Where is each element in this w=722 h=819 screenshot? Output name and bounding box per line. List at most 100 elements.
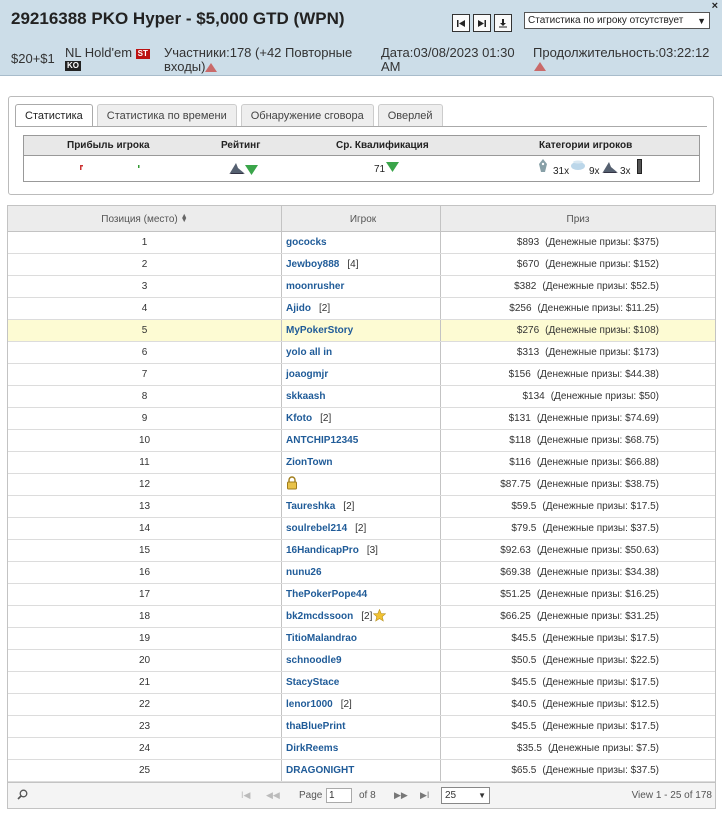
position-cell: 3 bbox=[8, 276, 282, 297]
table-row[interactable]: 25 DRAGONIGHT $65.5 (Денежные призы: $37.5) bbox=[8, 760, 715, 782]
download-icon[interactable] bbox=[494, 14, 512, 32]
trend-down-icon bbox=[386, 162, 399, 175]
table-row[interactable]: 19 TitioMalandrao $45.5 (Денежные призы: $1… bbox=[8, 628, 715, 650]
player-name-link[interactable]: nunu26 bbox=[286, 567, 322, 578]
player-name-link[interactable]: yolo all in bbox=[286, 347, 332, 358]
position-cell: 25 bbox=[8, 760, 282, 781]
prize-cell: $131 (Денежные призы: $74.69) bbox=[441, 408, 715, 429]
prize-money-detail: (Денежные призы: $17.5) bbox=[542, 721, 659, 732]
prize-money-detail: (Денежные призы: $7.5) bbox=[547, 743, 659, 754]
next-page-icon[interactable]: ▶▶ bbox=[394, 790, 408, 801]
player-cell: lenor1000 [2] bbox=[282, 694, 441, 715]
player-name-link[interactable]: ANTCHIP12345 bbox=[286, 435, 358, 446]
player-name-link[interactable]: moonrusher bbox=[286, 281, 344, 292]
first-page-icon[interactable]: I◀ bbox=[241, 790, 250, 801]
table-row[interactable]: 23 thaBluePrint $45.5 (Денежные призы: $17.… bbox=[8, 716, 715, 738]
table-row[interactable]: 18 bk2mcdssoon [2] $66.25 (Денежные призы: $… bbox=[8, 606, 715, 628]
prize-cell: $92.63 (Денежные призы: $50.63) bbox=[441, 540, 715, 561]
player-column-header[interactable]: Игрок bbox=[282, 206, 441, 232]
player-name-link[interactable]: ThePokerPope44 bbox=[286, 589, 367, 600]
fish-icon bbox=[538, 159, 548, 176]
position-cell: 9 bbox=[8, 408, 282, 429]
prize-money-detail: (Денежные призы: $17.5) bbox=[542, 501, 659, 512]
player-name-link[interactable]: joaogmjr bbox=[286, 369, 328, 380]
player-stats-select[interactable]: Статистика по игроку отсутствует ▼ bbox=[524, 12, 710, 29]
player-name-link[interactable]: MyPokerStory bbox=[286, 325, 353, 336]
player-name-link[interactable]: soulrebel214 bbox=[286, 523, 347, 534]
prize-amount: $50.5 bbox=[511, 655, 537, 666]
player-name-link[interactable]: ZionTown bbox=[286, 457, 332, 468]
close-icon[interactable]: × bbox=[712, 0, 718, 12]
table-row[interactable]: 6 yolo all in $313 (Денежные призы: $173) bbox=[8, 342, 715, 364]
table-row[interactable]: 12 $87.75 (Денежные призы: $38.75) bbox=[8, 474, 715, 496]
prize-amount: $118 bbox=[509, 435, 531, 446]
player-name-link[interactable]: schnoodle9 bbox=[286, 655, 342, 666]
prize-amount: $670 bbox=[516, 259, 540, 270]
player-name-link[interactable]: TitioMalandrao bbox=[286, 633, 357, 644]
table-row[interactable]: 24 DirkReems $35.5 (Денежные призы: $7.5) bbox=[8, 738, 715, 760]
tab-overlay[interactable]: Оверлей bbox=[377, 104, 443, 126]
table-row[interactable]: 1 gococks $893 (Денежные призы: $375) bbox=[8, 232, 715, 254]
tab-statistics[interactable]: Статистика bbox=[15, 104, 93, 127]
table-row[interactable]: 3 moonrusher $382 (Денежные призы: $52.5) bbox=[8, 276, 715, 298]
prize-money-detail: (Денежные призы: $52.5) bbox=[542, 281, 659, 292]
search-icon[interactable] bbox=[17, 789, 28, 803]
table-row[interactable]: 14 soulrebel214 [2] $79.5 (Денежные призы: $… bbox=[8, 518, 715, 540]
rows-per-page-select[interactable]: 25 ▼ bbox=[441, 787, 490, 804]
player-name-link[interactable]: skkaash bbox=[286, 391, 325, 402]
player-name-link[interactable]: bk2mcdssoon bbox=[286, 611, 353, 622]
prize-cell: $35.5 (Денежные призы: $7.5) bbox=[441, 738, 715, 759]
prize-amount: $156 bbox=[508, 369, 531, 380]
player-cell: Kfoto [2] bbox=[282, 408, 441, 429]
first-page-icon[interactable] bbox=[452, 14, 470, 32]
player-name-link[interactable]: Jewboy888 bbox=[286, 259, 339, 270]
player-name-link[interactable]: StacyStace bbox=[286, 677, 339, 688]
table-row[interactable]: 15 16HandicapPro [3] $92.63 (Денежные призы:… bbox=[8, 540, 715, 562]
prize-amount: $276 bbox=[516, 325, 540, 336]
prev-page-icon[interactable]: ◀◀ bbox=[266, 790, 280, 801]
player-name-link[interactable]: gococks bbox=[286, 237, 327, 248]
prize-money-detail: (Денежные призы: $108) bbox=[545, 325, 659, 336]
tab-collusion-detection[interactable]: Обнаружение сговора bbox=[240, 104, 374, 126]
table-row[interactable]: 4 Ajido [2] $256 (Денежные призы: $11.25) bbox=[8, 298, 715, 320]
player-name-link[interactable]: Taureshka bbox=[286, 501, 335, 512]
player-stats-header: Прибыль игрока Рейтинг Ср. Квалификация … bbox=[24, 136, 699, 156]
view-range: View 1 - 25 of 178 bbox=[631, 790, 712, 801]
tab-statistics-over-time[interactable]: Статистика по времени bbox=[96, 104, 237, 126]
table-row[interactable]: 21 StacyStace $45.5 (Денежные призы: $17.5) bbox=[8, 672, 715, 694]
table-row[interactable]: 8 skkaash $134 (Денежные призы: $50) bbox=[8, 386, 715, 408]
table-row[interactable]: 9 Kfoto [2] $131 (Денежные призы: $74.69) bbox=[8, 408, 715, 430]
table-row[interactable]: 13 Taureshka [2] $59.5 (Денежные призы: $17.… bbox=[8, 496, 715, 518]
prize-money-detail: (Денежные призы: $68.75) bbox=[536, 435, 659, 446]
table-row[interactable]: 11 ZionTown $116 (Денежные призы: $66.88) bbox=[8, 452, 715, 474]
player-categories-header: Категории игроков bbox=[539, 140, 633, 151]
table-row[interactable]: 2 Jewboy888 [4] $670 (Денежные призы: $152) bbox=[8, 254, 715, 276]
player-name-link[interactable]: thaBluePrint bbox=[286, 721, 345, 732]
prize-cell: $670 (Денежные призы: $152) bbox=[441, 254, 715, 275]
player-name-link[interactable]: 16HandicapPro bbox=[286, 545, 359, 556]
prize-money-detail: (Денежные призы: $17.5) bbox=[542, 677, 659, 688]
position-column-header[interactable]: Позиция (место) ▲ ▼ bbox=[8, 206, 282, 232]
page-number-input[interactable]: 1 bbox=[326, 788, 352, 803]
prize-column-header[interactable]: Приз bbox=[441, 206, 715, 232]
table-row[interactable]: 22 lenor1000 [2] $40.5 (Денежные призы: $12.… bbox=[8, 694, 715, 716]
table-row[interactable]: 17 ThePokerPope44 $51.25 (Денежные призы: $… bbox=[8, 584, 715, 606]
prize-amount: $45.5 bbox=[511, 721, 537, 732]
table-row[interactable]: 16 nunu26 $69.38 (Денежные призы: $34.38) bbox=[8, 562, 715, 584]
last-page-icon[interactable]: ▶I bbox=[420, 790, 429, 801]
last-page-icon[interactable] bbox=[473, 14, 491, 32]
player-name-link[interactable]: lenor1000 bbox=[286, 699, 333, 710]
player-name-link[interactable]: DirkReems bbox=[286, 743, 338, 754]
player-name-link[interactable]: DRAGONIGHT bbox=[286, 765, 354, 776]
table-row[interactable]: 5 MyPokerStory $276 (Денежные призы: $108) bbox=[8, 320, 715, 342]
prize-money-detail: (Денежные призы: $34.38) bbox=[536, 567, 659, 578]
table-row[interactable]: 20 schnoodle9 $50.5 (Денежные призы: $22.5) bbox=[8, 650, 715, 672]
player-cell: Ajido [2] bbox=[282, 298, 441, 319]
player-name-link[interactable]: Kfoto bbox=[286, 413, 312, 424]
table-row[interactable]: 7 joaogmjr $156 (Денежные призы: $44.38) bbox=[8, 364, 715, 386]
speed-badge: ST bbox=[135, 48, 150, 59]
position-cell: 13 bbox=[8, 496, 282, 517]
table-row[interactable]: 10 ANTCHIP12345 $118 (Денежные призы: $68.7… bbox=[8, 430, 715, 452]
prize-money-detail: (Денежные призы: $37.5) bbox=[542, 765, 659, 776]
player-name-link[interactable]: Ajido bbox=[286, 303, 311, 314]
